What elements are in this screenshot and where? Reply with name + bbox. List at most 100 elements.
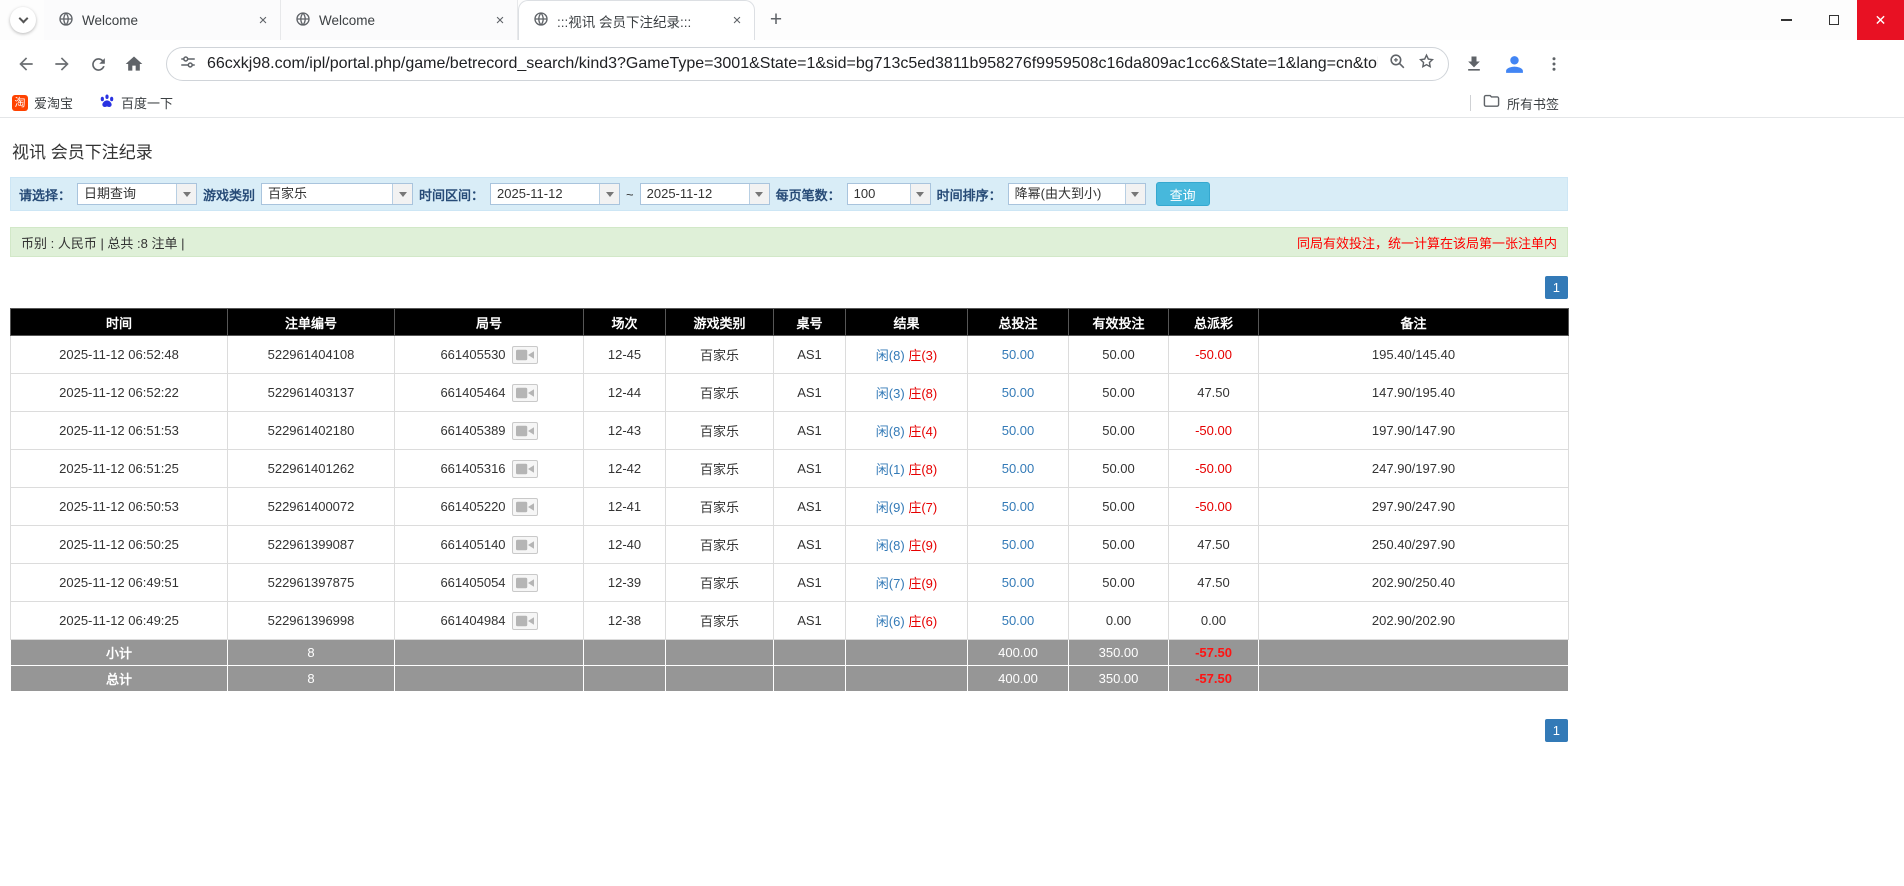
address-bar[interactable]: 66cxkj98.com/ipl/portal.php/game/betreco… (166, 47, 1449, 81)
video-replay-icon[interactable] (511, 535, 538, 554)
video-replay-icon[interactable] (511, 421, 538, 440)
cell-round: 661405389 (394, 411, 584, 450)
search-button[interactable]: 查询 (1155, 182, 1210, 206)
tab-welcome-2[interactable]: Welcome × (281, 0, 518, 40)
cell-valid-bet: 50.00 (1068, 449, 1169, 488)
player-result: 闲(1) (875, 462, 905, 477)
cell-result: 闲(8) 庄(4) (845, 411, 968, 450)
cell-total-bet[interactable]: 50.00 (967, 411, 1069, 450)
round-number: 661405530 (440, 347, 506, 362)
dropdown-arrow-icon[interactable] (909, 184, 930, 204)
dropdown-arrow-icon[interactable] (599, 184, 620, 204)
subtotal-total-bet: 400.00 (967, 639, 1069, 666)
dropdown-arrow-icon[interactable] (176, 184, 197, 204)
cell-time: 2025-11-12 06:51:25 (10, 449, 228, 488)
window-minimize-button[interactable] (1763, 0, 1810, 40)
new-tab-button[interactable]: + (761, 5, 791, 35)
cell-total-bet[interactable]: 50.00 (967, 563, 1069, 602)
cell-total-bet[interactable]: 50.00 (967, 373, 1069, 412)
video-replay-icon[interactable] (511, 459, 538, 478)
cell-total-bet[interactable]: 50.00 (967, 487, 1069, 526)
url-text[interactable]: 66cxkj98.com/ipl/portal.php/game/betreco… (207, 55, 1378, 73)
home-button[interactable] (116, 46, 152, 82)
cell-bet-id: 522961403137 (227, 373, 395, 412)
cell-valid-bet: 50.00 (1068, 525, 1169, 564)
pagination-top: 1 (10, 276, 1568, 299)
cell-game: 百家乐 (665, 563, 774, 602)
range-separator: ~ (626, 186, 634, 202)
game-type-label: 游戏类别 (203, 187, 256, 203)
tab-close-icon[interactable]: × (254, 11, 272, 29)
cell-session: 12-38 (583, 601, 666, 640)
summary-notice: 同局有效投注，统一计算在该局第一张注单内 (1296, 235, 1557, 251)
reload-button[interactable] (80, 46, 116, 82)
page-button-1[interactable]: 1 (1544, 276, 1568, 299)
video-replay-icon[interactable] (511, 383, 538, 402)
tab-search-button[interactable] (10, 7, 36, 33)
cell-total-bet[interactable]: 50.00 (967, 335, 1069, 374)
tab-welcome-1[interactable]: Welcome × (44, 0, 281, 40)
col-table: 桌号 (773, 308, 846, 336)
dropdown-arrow-icon[interactable] (748, 184, 769, 204)
player-result: 闲(9) (875, 500, 905, 515)
bookmark-baidu[interactable]: 百度一下 (99, 93, 173, 112)
tab-betrecord-active[interactable]: :::视讯 会员下注纪录::: × (518, 0, 755, 40)
cell-valid-bet: 50.00 (1068, 487, 1169, 526)
game-type-select[interactable]: 百家乐 (261, 183, 414, 205)
all-bookmarks-label[interactable]: 所有书签 (1507, 94, 1559, 113)
page-button-1[interactable]: 1 (1544, 719, 1568, 742)
subtotal-valid-bet: 350.00 (1068, 639, 1169, 666)
back-button[interactable] (8, 46, 44, 82)
cell-bet-id: 522961402180 (227, 411, 395, 450)
date-to-input[interactable]: 2025-11-12 (639, 183, 770, 205)
maximize-icon (1828, 15, 1839, 25)
cell-total-bet[interactable]: 50.00 (967, 601, 1069, 640)
sort-select[interactable]: 降幂(由大到小) (1007, 183, 1146, 205)
dropdown-arrow-icon[interactable] (392, 184, 413, 204)
cell-time: 2025-11-12 06:52:22 (10, 373, 228, 412)
table-head: 时间 注单编号 局号 场次 游戏类别 桌号 结果 总投注 有效投注 总派彩 备注 (10, 308, 1569, 336)
col-result: 结果 (845, 308, 968, 336)
browser-menu-button[interactable] (1537, 47, 1571, 81)
cell-note: 247.90/197.90 (1258, 449, 1569, 488)
cell-note: 195.40/145.40 (1258, 335, 1569, 374)
video-replay-icon[interactable] (511, 345, 538, 364)
bookmark-taobao[interactable]: 淘 爱淘宝 (12, 93, 73, 112)
sort-value: 降幂(由大到小) (1014, 186, 1102, 201)
page-size-select[interactable]: 100 (846, 183, 931, 205)
downloads-button[interactable] (1457, 47, 1491, 81)
dropdown-arrow-icon[interactable] (1124, 184, 1145, 204)
window-maximize-button[interactable] (1810, 0, 1857, 40)
video-replay-icon[interactable] (511, 573, 538, 592)
col-total-bet: 总投注 (967, 308, 1069, 336)
tabs-container: Welcome × Welcome × :::视讯 会员下注纪录::: × (44, 0, 755, 40)
profile-avatar[interactable] (1497, 47, 1531, 81)
currency-summary: 币别 : 人民币 | 总共 :8 注单 | (21, 235, 185, 251)
cell-valid-bet: 50.00 (1068, 373, 1169, 412)
cell-round: 661404984 (394, 601, 584, 640)
table-row: 2025-11-12 06:52:22 522961403137 6614054… (10, 373, 1569, 412)
zoom-icon[interactable] (1388, 52, 1407, 76)
cell-note: 297.90/247.90 (1258, 487, 1569, 526)
chevron-down-icon (18, 13, 28, 24)
download-icon (1468, 56, 1480, 71)
video-replay-icon[interactable] (511, 611, 538, 630)
date-from-input[interactable]: 2025-11-12 (490, 183, 621, 205)
col-game: 游戏类别 (665, 308, 774, 336)
bookmark-star-icon[interactable] (1417, 52, 1436, 76)
cell-total-bet[interactable]: 50.00 (967, 449, 1069, 488)
cell-total-bet[interactable]: 50.00 (967, 525, 1069, 564)
tab-close-icon[interactable]: × (728, 12, 746, 30)
site-settings-icon[interactable] (179, 53, 197, 76)
header-row: 时间 注单编号 局号 场次 游戏类别 桌号 结果 总投注 有效投注 总派彩 备注 (10, 308, 1569, 336)
tab-close-icon[interactable]: × (491, 11, 509, 29)
query-type-select[interactable]: 日期查询 (77, 183, 198, 205)
forward-button[interactable] (44, 46, 80, 82)
video-replay-icon[interactable] (511, 497, 538, 516)
total-total-bet: 400.00 (967, 665, 1069, 692)
round-number: 661405054 (440, 575, 506, 590)
cell-table-no: AS1 (773, 411, 846, 450)
cell-result: 闲(8) 庄(3) (845, 335, 968, 374)
window-close-button[interactable]: ✕ (1857, 0, 1904, 40)
bookmarks-bar: 淘 爱淘宝 百度一下 所有书签 (0, 88, 1904, 118)
